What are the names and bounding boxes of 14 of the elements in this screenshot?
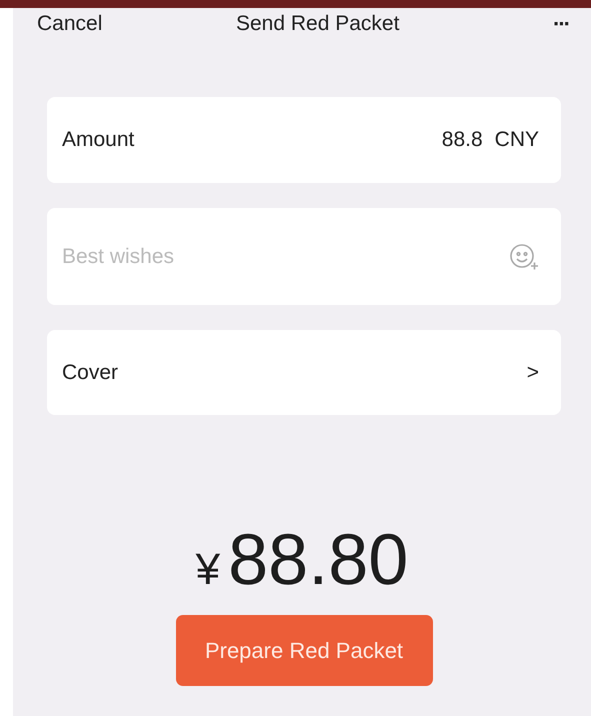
currency-symbol: ¥ [196, 545, 220, 595]
chevron-icon: > [526, 360, 539, 384]
cover-label: Cover [62, 360, 118, 384]
emoji-icon[interactable] [509, 242, 539, 270]
amount-value: 88.8 [442, 128, 483, 152]
more-button[interactable]: ··· [553, 11, 569, 37]
currency-unit: CNY [494, 128, 539, 152]
cover-row[interactable]: Cover > [47, 330, 561, 415]
amount-row[interactable]: Amount 88.8 CNY [47, 97, 561, 183]
message-field[interactable]: Best wishes [62, 244, 362, 268]
cancel-link[interactable]: Cancel [37, 12, 102, 36]
page-title: Send Red Packet [236, 12, 400, 36]
amount-label: Amount [62, 128, 134, 152]
total-amount: 88.80 [228, 519, 408, 601]
